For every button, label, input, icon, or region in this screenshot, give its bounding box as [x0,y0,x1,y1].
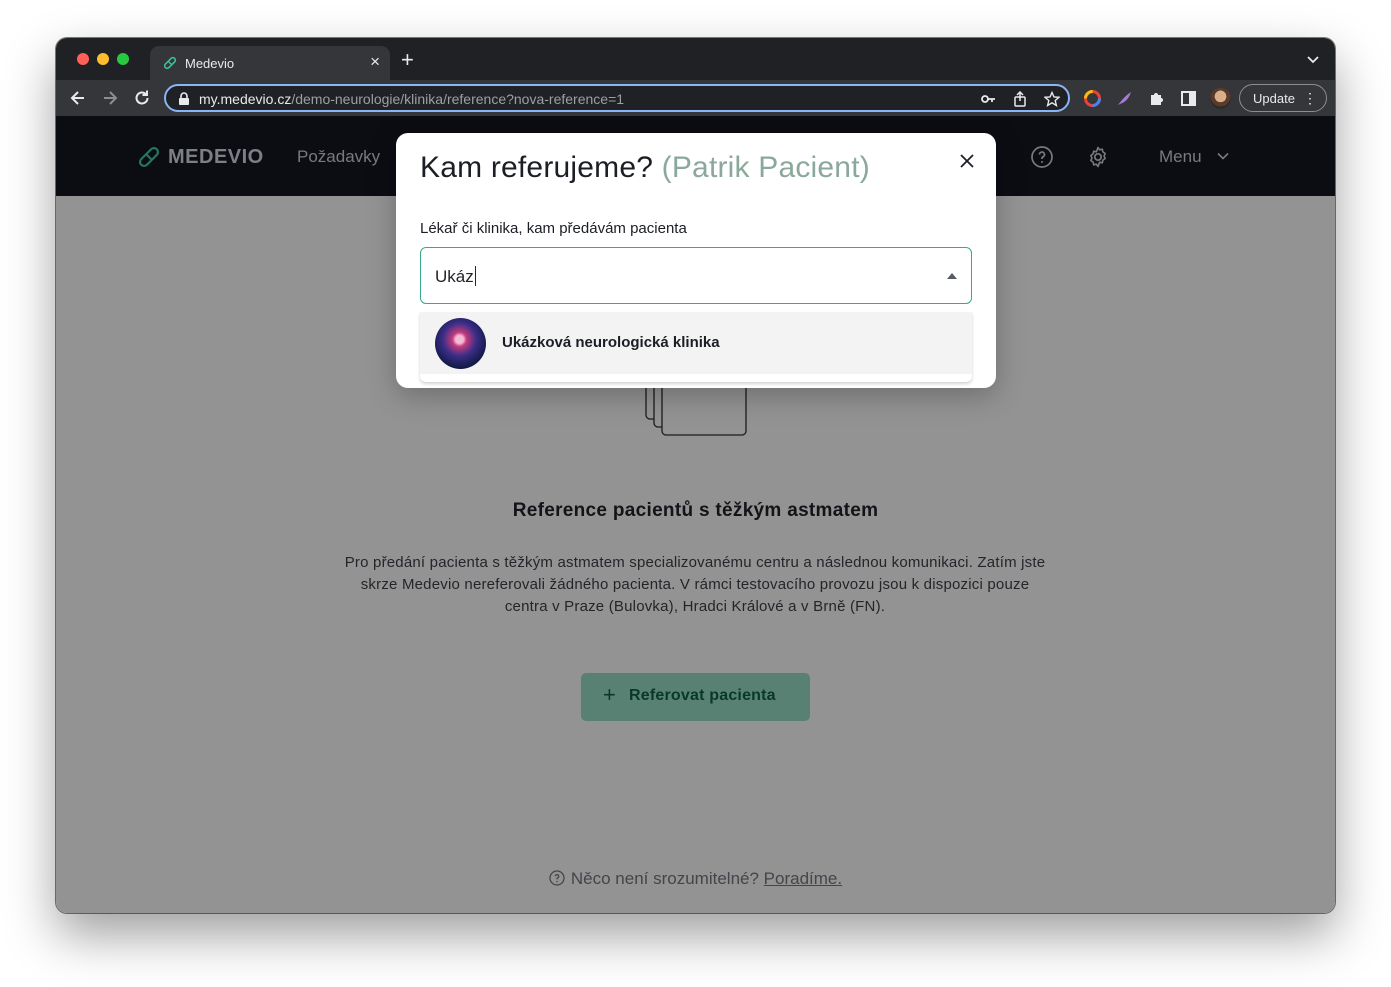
back-arrow-icon[interactable] [68,88,88,108]
browser-window: Medevio × + my.medevio.cz/demo-neurologi… [56,38,1335,913]
window-maximize-button[interactable] [117,53,129,65]
clinic-search-value: Ukáz [435,266,476,286]
color-picker-extension-icon[interactable] [1084,90,1101,107]
clinic-option-label: Ukázková neurologická klinika [502,334,720,351]
forward-arrow-icon[interactable] [100,88,120,108]
browser-toolbar: my.medevio.cz/demo-neurologie/klinika/re… [56,80,1335,116]
new-tab-icon[interactable]: + [401,49,414,71]
field-label: Lékař či klinika, kam předávám pacienta [420,220,687,237]
profile-avatar[interactable] [1210,88,1231,109]
tab-search-chevron-icon[interactable] [1305,51,1321,67]
tab-bar: Medevio × + [56,38,1335,80]
tab-close-icon[interactable]: × [370,52,380,72]
window-minimize-button[interactable] [97,53,109,65]
text-caret [474,266,476,286]
clinic-dropdown: Ukázková neurologická klinika [420,312,972,382]
feather-extension-icon[interactable] [1116,90,1133,107]
clinic-avatar [435,318,486,369]
extensions-puzzle-icon[interactable] [1148,90,1165,107]
address-bar[interactable]: my.medevio.cz/demo-neurologie/klinika/re… [164,84,1070,112]
side-panel-icon[interactable] [1180,90,1197,107]
more-menu-icon[interactable]: ⋮ [1303,90,1317,106]
referral-modal: Kam referujeme? (Patrik Pacient) Lékař č… [396,133,996,388]
url-text: my.medevio.cz/demo-neurologie/klinika/re… [199,91,625,107]
caret-up-icon[interactable] [947,273,957,279]
reload-icon[interactable] [132,88,152,108]
key-icon[interactable] [980,91,996,107]
lock-icon [179,92,189,105]
tab-title: Medevio [185,56,235,71]
update-label: Update [1253,91,1295,106]
browser-tab[interactable]: Medevio × [150,46,390,80]
clinic-option[interactable]: Ukázková neurologická klinika [420,312,972,374]
update-button[interactable]: Update ⋮ [1239,84,1327,112]
bookmark-star-icon[interactable] [1044,91,1060,107]
page-content: MEDEVIO Požadavky Menu Reference pacient… [56,116,1335,913]
patient-name: (Patrik Pacient) [661,151,870,184]
close-icon[interactable] [959,153,975,169]
modal-title: Kam referujeme? (Patrik Pacient) [420,151,870,184]
window-close-button[interactable] [77,53,89,65]
share-icon[interactable] [1012,91,1028,107]
clinic-search-input[interactable]: Ukáz [420,247,972,304]
medevio-favicon-icon [163,56,177,70]
